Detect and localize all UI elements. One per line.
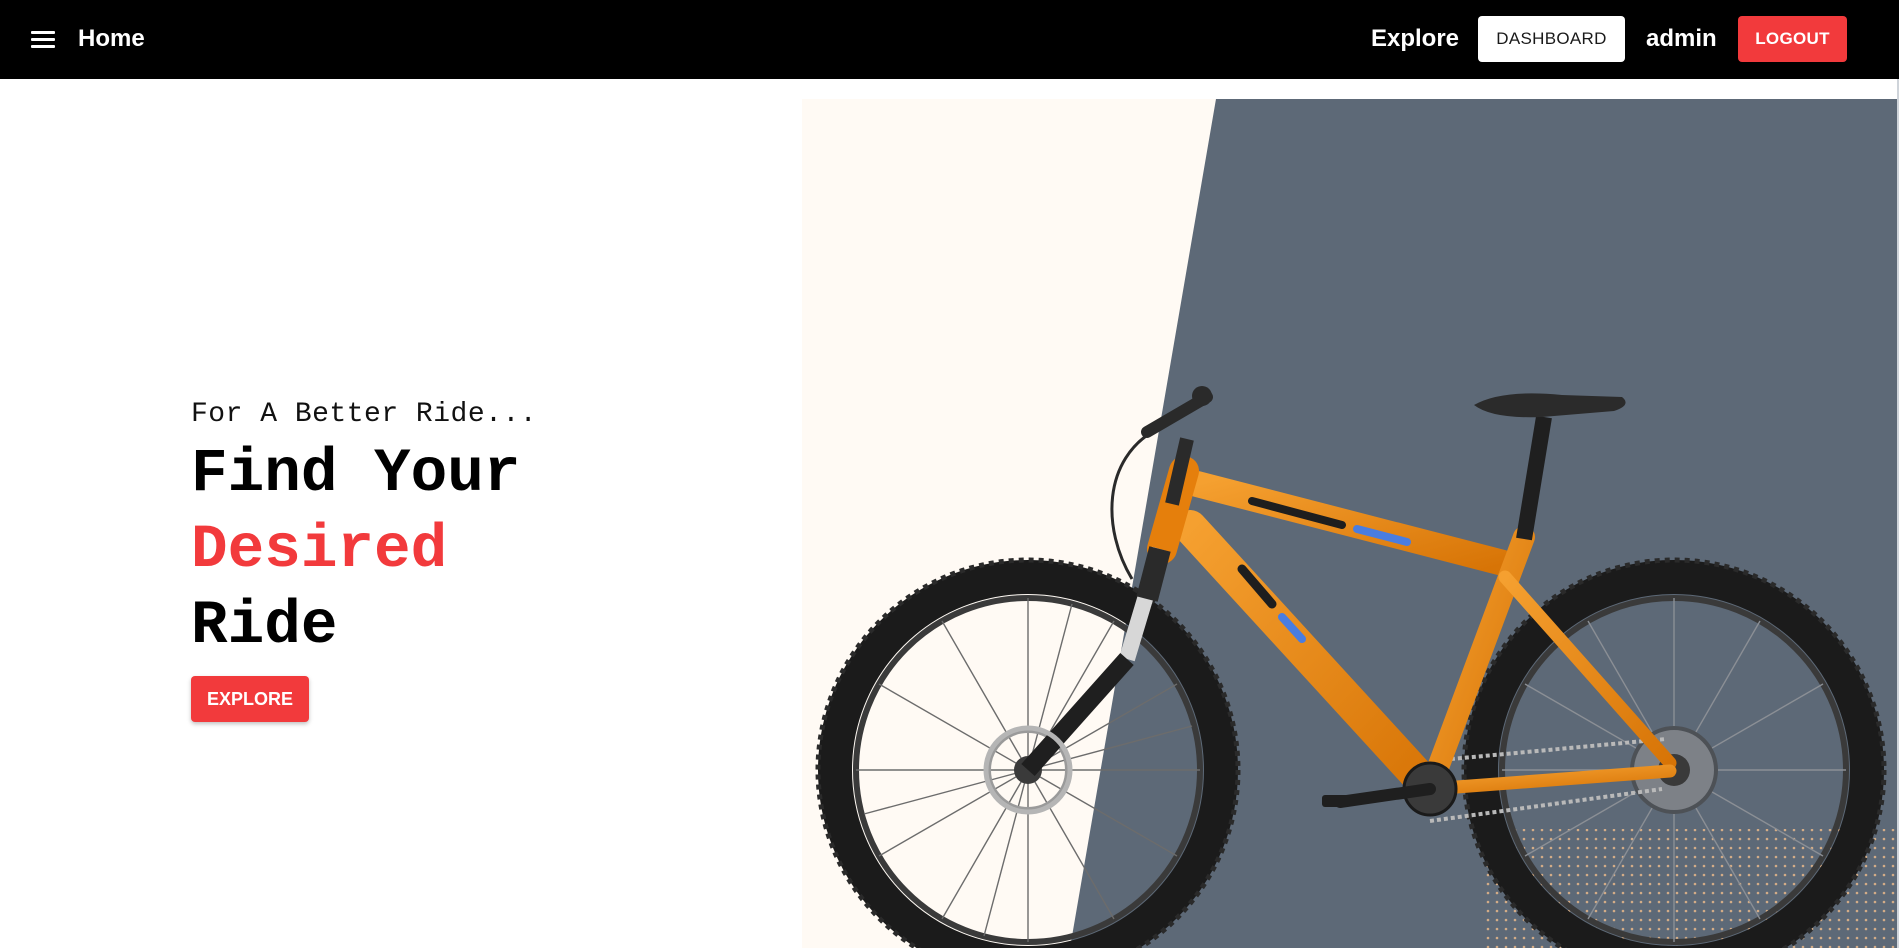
hamburger-menu-icon[interactable] xyxy=(31,29,55,49)
user-name: admin xyxy=(1646,25,1717,52)
hero-tagline: For A Better Ride... xyxy=(191,399,538,430)
dashboard-button[interactable]: DASHBOARD xyxy=(1478,16,1625,62)
nav-explore-link[interactable]: Explore xyxy=(1371,23,1459,55)
headline-line-2-accent: Desired xyxy=(191,516,448,585)
nav-home-link[interactable]: Home xyxy=(78,23,145,55)
headline-line-3: Ride xyxy=(191,592,338,661)
hero-headline: Find Your Desired Ride xyxy=(191,437,537,665)
hero-bike-image xyxy=(802,99,1897,948)
logout-button[interactable]: LOGOUT xyxy=(1738,16,1847,62)
hero-text-block: For A Better Ride... Find Your Desired R… xyxy=(191,398,537,665)
hero-explore-button[interactable]: EXPLORE xyxy=(191,676,309,722)
top-navbar: Home Explore DASHBOARD admin LOGOUT xyxy=(0,0,1899,79)
bike-illustration xyxy=(802,99,1897,948)
headline-line-1: Find Your xyxy=(191,440,521,509)
